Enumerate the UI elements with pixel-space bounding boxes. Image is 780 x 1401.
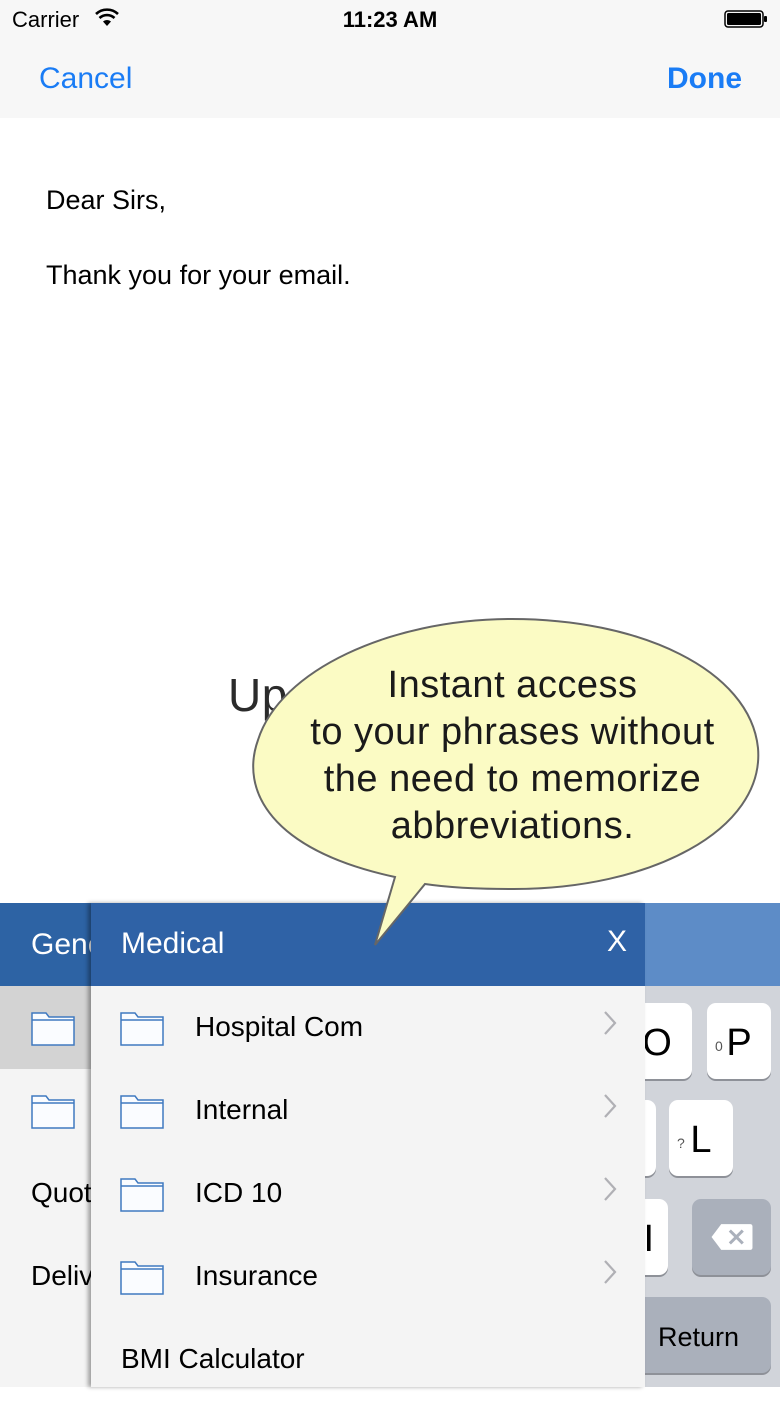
folder-icon <box>120 1178 164 1212</box>
phrase-label: BMI Calculator <box>121 1343 305 1374</box>
folder-icon <box>31 1012 75 1046</box>
folder-icon <box>120 1095 164 1129</box>
close-button[interactable]: X <box>607 925 627 959</box>
battery-icon <box>724 10 767 28</box>
email-line: Thank you for your email. <box>46 260 351 290</box>
folder-label: Internal <box>195 1094 289 1125</box>
folder-row-hospital[interactable]: Hospital Com <box>91 986 645 1069</box>
folder-label: Hospital Com <box>195 1011 364 1042</box>
key-m-label: I <box>643 1218 654 1260</box>
folder-label: Insurance <box>195 1260 318 1291</box>
general-panel: General Quotes Delivery <box>0 903 92 1387</box>
folder-icon <box>120 1012 164 1046</box>
nav-bar: Cancel Done <box>0 40 780 118</box>
general-folder-row[interactable] <box>0 1069 92 1152</box>
key-p-hint: 0 <box>715 1038 723 1054</box>
general-phrase-row[interactable]: Quotes <box>0 1152 92 1235</box>
folder-icon <box>120 1261 164 1295</box>
chevron-right-icon <box>604 1094 617 1118</box>
key-l-label: L <box>690 1119 712 1161</box>
key-p-label: P <box>726 1022 752 1064</box>
general-phrase-label: Delivery <box>31 1260 92 1291</box>
medical-panel-header: Medical X <box>91 903 645 986</box>
phrase-row-bmi[interactable]: BMI Calculator <box>91 1318 645 1401</box>
general-panel-header[interactable]: General <box>0 903 92 986</box>
done-button[interactable]: Done <box>667 62 742 96</box>
key-l-hint: ? <box>677 1135 685 1151</box>
chevron-right-icon <box>604 1260 617 1284</box>
backspace-key[interactable] <box>692 1199 771 1275</box>
folder-row-icd10[interactable]: ICD 10 <box>91 1152 645 1235</box>
status-time: 11:23 AM <box>342 7 438 32</box>
folder-icon <box>31 1095 75 1129</box>
speech-bubble-text: Instant access to your phrases without t… <box>270 662 755 850</box>
general-panel-title: General <box>31 928 92 961</box>
general-folder-row[interactable] <box>0 986 92 1069</box>
key-o-label: O <box>642 1022 672 1064</box>
key-l[interactable]: ? L <box>669 1100 733 1176</box>
general-phrase-label: Quotes <box>31 1177 92 1208</box>
key-p[interactable]: 0 P <box>707 1003 771 1079</box>
folder-row-insurance[interactable]: Insurance <box>91 1235 645 1318</box>
cancel-button[interactable]: Cancel <box>39 62 132 96</box>
chevron-right-icon <box>604 1177 617 1201</box>
bubble-line: to your phrases without <box>310 711 715 753</box>
medical-panel: Medical X Hospital Com Internal ICD 10 I… <box>91 903 645 1387</box>
email-line: Dear Sirs, <box>46 185 167 215</box>
status-bar: Carrier 11:23 AM <box>0 0 780 40</box>
backspace-icon <box>711 1224 753 1250</box>
email-body-editor[interactable]: Dear Sirs, Thank you for your email. <box>46 182 351 332</box>
folder-label: ICD 10 <box>195 1177 283 1208</box>
general-phrase-row[interactable]: Delivery <box>0 1235 92 1318</box>
bubble-line: Instant access <box>387 664 638 706</box>
medical-panel-title: Medical <box>121 927 225 960</box>
folder-row-internal[interactable]: Internal <box>91 1069 645 1152</box>
return-key-label: Return <box>657 1322 739 1352</box>
bubble-line: abbreviations. <box>390 805 635 847</box>
chevron-right-icon <box>604 1011 617 1035</box>
bubble-line: the need to memorize <box>323 758 702 800</box>
